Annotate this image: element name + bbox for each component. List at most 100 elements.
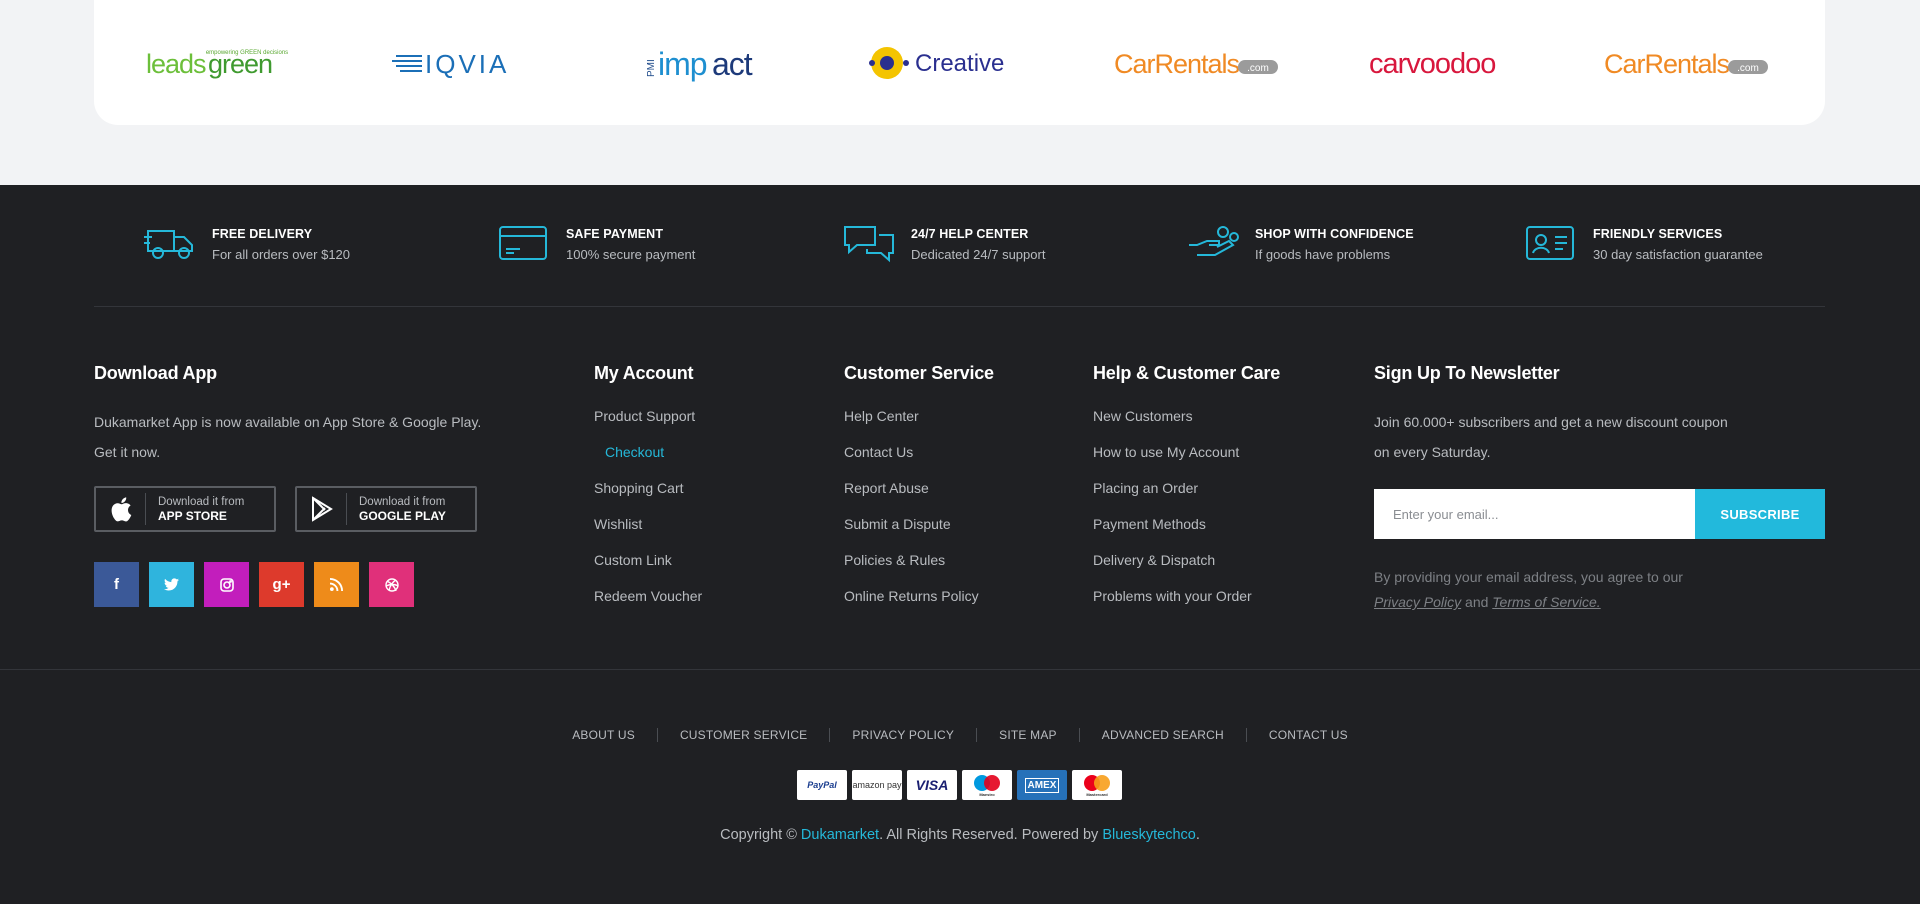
brand-logo-carrentals-2[interactable]: CarRentals .com [1564,0,1809,125]
payment-methods: PayPal amazon pay VISA Maestro AMEX Mast… [797,770,1127,800]
feature-subtitle: 100% secure payment [566,247,696,262]
newsletter-text: Join 60.000+ subscribers and get a new d… [1374,407,1728,467]
facebook-icon[interactable]: f [94,562,139,607]
svg-text:Creative: Creative [915,50,1004,77]
newsletter-text-line2: on every Saturday. [1374,444,1491,460]
instagram-icon[interactable] [204,562,249,607]
link-placing-order[interactable]: Placing an Order [1093,477,1252,513]
svg-text:Maestro: Maestro [979,792,995,797]
svg-text:.com: .com [1737,63,1759,74]
feature-bar: FREE DELIVERY For all orders over $120 S… [94,185,1825,307]
link-custom-link[interactable]: Custom Link [594,549,702,585]
link-policies-rules[interactable]: Policies & Rules [844,549,979,585]
customer-service-title: Customer Service [844,363,994,383]
newsletter-note-line1: By providing your email address, you agr… [1374,569,1683,585]
help-care-links: New Customers How to use My Account Plac… [1093,405,1252,621]
feature-help-center: 24/7 HELP CENTER Dedicated 24/7 support [843,223,1045,263]
link-how-to-use-account[interactable]: How to use My Account [1093,441,1252,477]
twitter-icon[interactable] [149,562,194,607]
svg-text:act: act [712,46,753,82]
link-redeem-voucher[interactable]: Redeem Voucher [594,585,702,621]
visa-icon: VISA [907,770,957,800]
download-app-text-line1: Dukamarket App is now available on App S… [94,414,482,430]
rss-icon[interactable] [314,562,359,607]
app-store-button[interactable]: Download it from APP STORE [94,486,276,532]
bottom-link-contact-us[interactable]: CONTACT US [1269,728,1348,742]
blueskytechco-link[interactable]: Blueskytechco [1102,827,1196,843]
svg-text:Mastercard: Mastercard [1086,792,1108,797]
feature-title: SAFE PAYMENT [566,227,664,241]
subscribe-button[interactable]: SUBSCRIBE [1695,489,1825,539]
link-new-customers[interactable]: New Customers [1093,405,1252,441]
google-play-big: GOOGLE PLAY [359,509,446,523]
google-play-small: Download it from [359,496,446,508]
download-app-text: Dukamarket App is now available on App S… [94,407,481,467]
link-submit-dispute[interactable]: Submit a Dispute [844,513,979,549]
download-app-title: Download App [94,363,217,383]
separator [829,728,831,742]
bottom-link-site-map[interactable]: SITE MAP [999,728,1057,742]
id-card-icon [1526,226,1574,260]
bottom-link-advanced-search[interactable]: ADVANCED SEARCH [1102,728,1224,742]
newsletter-note: By providing your email address, you agr… [1374,565,1683,615]
newsletter-title: Sign Up To Newsletter [1374,363,1560,383]
site-footer: FREE DELIVERY For all orders over $120 S… [0,185,1920,904]
apple-icon [96,493,146,525]
my-account-links: Product Support Checkout Shopping Cart W… [594,405,702,621]
dribbble-icon[interactable] [369,562,414,607]
brand-logo-carrentals[interactable]: CarRentals .com [1074,0,1319,125]
svg-text:green: green [208,49,272,79]
separator [976,728,978,742]
footer-divider [0,669,1920,670]
mastercard-icon: Mastercard [1072,770,1122,800]
bottom-nav: ABOUT US CUSTOMER SERVICE PRIVACY POLICY… [0,728,1920,742]
link-shopping-cart[interactable]: Shopping Cart [594,477,702,513]
copyright: Copyright © Dukamarket. All Rights Reser… [0,827,1920,843]
app-store-small: Download it from [158,496,245,508]
separator [1245,728,1247,742]
link-report-abuse[interactable]: Report Abuse [844,477,979,513]
feature-title: 24/7 HELP CENTER [911,227,1029,241]
copyright-middle: . All Rights Reserved. Powered by [879,827,1099,843]
feature-subtitle: Dedicated 24/7 support [911,247,1046,262]
privacy-policy-link[interactable]: Privacy Policy [1374,594,1461,610]
link-product-support[interactable]: Product Support [594,405,702,441]
dukamarket-link[interactable]: Dukamarket [801,827,879,843]
feature-title: SHOP WITH CONFIDENCE [1255,227,1414,241]
svg-text:CarRentals: CarRentals [1114,49,1240,79]
brand-logo-carvoodoo[interactable]: carvoodoo [1319,0,1564,125]
brands-section: empowering GREEN decisions leads green I… [0,0,1920,185]
svg-text:imp: imp [658,46,707,82]
maestro-icon: Maestro [962,770,1012,800]
bottom-link-about-us[interactable]: ABOUT US [572,728,635,742]
newsletter-and: and [1465,594,1489,610]
brand-logo-pmi-impact[interactable]: PMI imp act [584,0,829,125]
truck-icon [144,230,193,259]
link-online-returns[interactable]: Online Returns Policy [844,585,979,621]
feature-subtitle: For all orders over $120 [212,247,351,262]
customer-service-links: Help Center Contact Us Report Abuse Subm… [844,405,979,621]
terms-of-service-link[interactable]: Terms of Service. [1492,594,1600,610]
link-help-center[interactable]: Help Center [844,405,979,441]
link-delivery-dispatch[interactable]: Delivery & Dispatch [1093,549,1252,585]
bottom-link-privacy-policy[interactable]: PRIVACY POLICY [852,728,954,742]
download-app-text-line2: Get it now. [94,444,161,460]
brand-logo-iqvia[interactable]: IQVIA [339,0,584,125]
amex-icon: AMEX [1017,770,1067,800]
bottom-link-customer-service[interactable]: CUSTOMER SERVICE [680,728,807,742]
amazon-pay-icon: amazon pay [852,770,902,800]
brand-logo-leadsgreen[interactable]: empowering GREEN decisions leads green [94,0,339,125]
svg-text:PMI: PMI [646,59,657,77]
copyright-prefix: Copyright © [720,827,797,843]
link-contact-us[interactable]: Contact Us [844,441,979,477]
newsletter-email-input[interactable] [1374,489,1696,539]
brand-logo-creative[interactable]: Creative [829,0,1074,125]
link-problems-order[interactable]: Problems with your Order [1093,585,1252,621]
feature-shop-confidence: SHOP WITH CONFIDENCE If goods have probl… [1187,223,1414,263]
google-play-button[interactable]: Download it from GOOGLE PLAY [295,486,477,532]
link-checkout[interactable]: Checkout [594,441,702,477]
link-wishlist[interactable]: Wishlist [594,513,702,549]
newsletter-text-line1: Join 60.000+ subscribers and get a new d… [1374,414,1728,430]
google-plus-icon[interactable]: g+ [259,562,304,607]
link-payment-methods[interactable]: Payment Methods [1093,513,1252,549]
